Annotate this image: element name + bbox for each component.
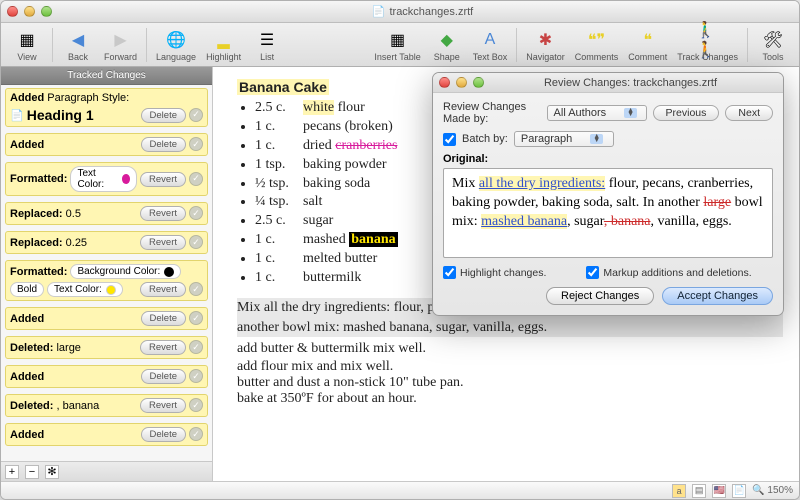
- status-icon[interactable]: ▤: [692, 484, 706, 498]
- sidebar-header: Tracked Changes: [1, 67, 212, 85]
- status-icon[interactable]: 🇺🇸: [712, 484, 726, 498]
- remove-button[interactable]: −: [25, 465, 39, 479]
- accept-check[interactable]: ✓: [189, 235, 203, 249]
- accept-check[interactable]: ✓: [189, 172, 203, 186]
- delete-button[interactable]: Delete: [141, 108, 186, 123]
- highlight-changes-check[interactable]: [443, 266, 456, 279]
- change-deleted[interactable]: Deleted: largeRevert✓: [5, 336, 208, 359]
- made-by-select[interactable]: All Authors▲▼: [547, 105, 647, 121]
- panel-close[interactable]: [439, 77, 450, 88]
- change-added-style[interactable]: Added Paragraph Style: 📄Heading 1 Delete…: [5, 88, 208, 127]
- made-by-label: Review Changes Made by:: [443, 101, 541, 125]
- forward-button[interactable]: ▶Forward: [100, 27, 141, 63]
- change-deleted[interactable]: Deleted: , bananaRevert✓: [5, 394, 208, 417]
- original-text: Mix all the dry ingredients: flour, peca…: [443, 168, 773, 258]
- batch-by-label: Batch by:: [462, 133, 508, 145]
- view-button[interactable]: ▦View: [7, 27, 47, 63]
- markup-check[interactable]: [586, 266, 599, 279]
- shape-button[interactable]: ◆Shape: [427, 27, 467, 63]
- change-replaced[interactable]: Replaced: 0.5Revert✓: [5, 202, 208, 225]
- revert-button[interactable]: Revert: [140, 206, 186, 221]
- language-button[interactable]: 🌐Language: [152, 27, 200, 63]
- change-replaced[interactable]: Replaced: 0.25Revert✓: [5, 231, 208, 254]
- change-added[interactable]: AddedDelete✓: [5, 423, 208, 446]
- status-bar: a ▤ 🇺🇸 📄 🔍 150%: [1, 481, 799, 499]
- review-changes-panel: Review Changes: trackchanges.zrtf Review…: [432, 72, 784, 316]
- comments-button[interactable]: ❝❞Comments: [571, 27, 623, 63]
- accept-check[interactable]: ✓: [189, 137, 203, 151]
- insert-table-button[interactable]: ▦Insert Table: [370, 27, 424, 63]
- add-button[interactable]: +: [5, 465, 19, 479]
- accept-check[interactable]: ✓: [189, 282, 203, 296]
- back-button[interactable]: ◀Back: [58, 27, 98, 63]
- panel-title: Review Changes: trackchanges.zrtf: [484, 77, 777, 89]
- revert-button[interactable]: Revert: [140, 398, 186, 413]
- accept-check[interactable]: ✓: [189, 206, 203, 220]
- delete-button[interactable]: Delete: [141, 427, 186, 442]
- reject-changes-button[interactable]: Reject Changes: [546, 287, 654, 305]
- minimize-window[interactable]: [24, 6, 35, 17]
- accept-check[interactable]: ✓: [189, 340, 203, 354]
- accept-check[interactable]: ✓: [189, 369, 203, 383]
- revert-button[interactable]: Revert: [140, 235, 186, 250]
- change-added[interactable]: AddedDelete✓: [5, 307, 208, 330]
- accept-check[interactable]: ✓: [189, 427, 203, 441]
- navigator-button[interactable]: ✱Navigator: [522, 27, 569, 63]
- list-button[interactable]: ☰List: [247, 27, 287, 63]
- accept-check[interactable]: ✓: [189, 108, 203, 122]
- accept-check[interactable]: ✓: [189, 311, 203, 325]
- original-label: Original:: [443, 153, 773, 165]
- delete-button[interactable]: Delete: [141, 369, 186, 384]
- window-title: 📄 trackchanges.zrtf: [52, 5, 793, 18]
- tools-button[interactable]: 🛠Tools: [753, 27, 793, 63]
- revert-button[interactable]: Revert: [140, 172, 186, 187]
- revert-button[interactable]: Revert: [140, 282, 186, 297]
- batch-by-checkbox[interactable]: [443, 133, 456, 146]
- change-formatted[interactable]: Formatted:Text Color:Revert✓: [5, 162, 208, 196]
- comment-button[interactable]: ❝Comment: [624, 27, 671, 63]
- change-added[interactable]: AddedDelete✓: [5, 365, 208, 388]
- accept-check[interactable]: ✓: [189, 398, 203, 412]
- panel-min[interactable]: [456, 77, 467, 88]
- next-button[interactable]: Next: [725, 105, 773, 121]
- textbox-button[interactable]: AText Box: [469, 27, 512, 63]
- gear-button[interactable]: ✻: [45, 465, 59, 479]
- sidebar-tracked-changes: Tracked Changes Added Paragraph Style: 📄…: [1, 67, 213, 481]
- previous-button[interactable]: Previous: [653, 105, 720, 121]
- status-icon[interactable]: 📄: [732, 484, 746, 498]
- status-icon[interactable]: a: [672, 484, 686, 498]
- panel-zoom[interactable]: [473, 77, 484, 88]
- change-added[interactable]: addedDelete✓: [5, 133, 208, 156]
- zoom-window[interactable]: [41, 6, 52, 17]
- heading: Banana Cake: [237, 79, 329, 95]
- track-changes-button[interactable]: 🚶‍♂️🚶Track Changes: [673, 27, 742, 63]
- batch-by-select[interactable]: Paragraph▲▼: [514, 131, 614, 147]
- revert-button[interactable]: Revert: [140, 340, 186, 355]
- delete-button[interactable]: Delete: [141, 137, 186, 152]
- accept-changes-button[interactable]: Accept Changes: [662, 287, 773, 305]
- delete-button[interactable]: Delete: [141, 311, 186, 326]
- highlight-button[interactable]: ▂Highlight: [202, 27, 245, 63]
- zoom-level[interactable]: 🔍 150%: [752, 485, 793, 496]
- change-formatted-bg[interactable]: Formatted:Background Color: BoldText Col…: [5, 260, 208, 301]
- close-window[interactable]: [7, 6, 18, 17]
